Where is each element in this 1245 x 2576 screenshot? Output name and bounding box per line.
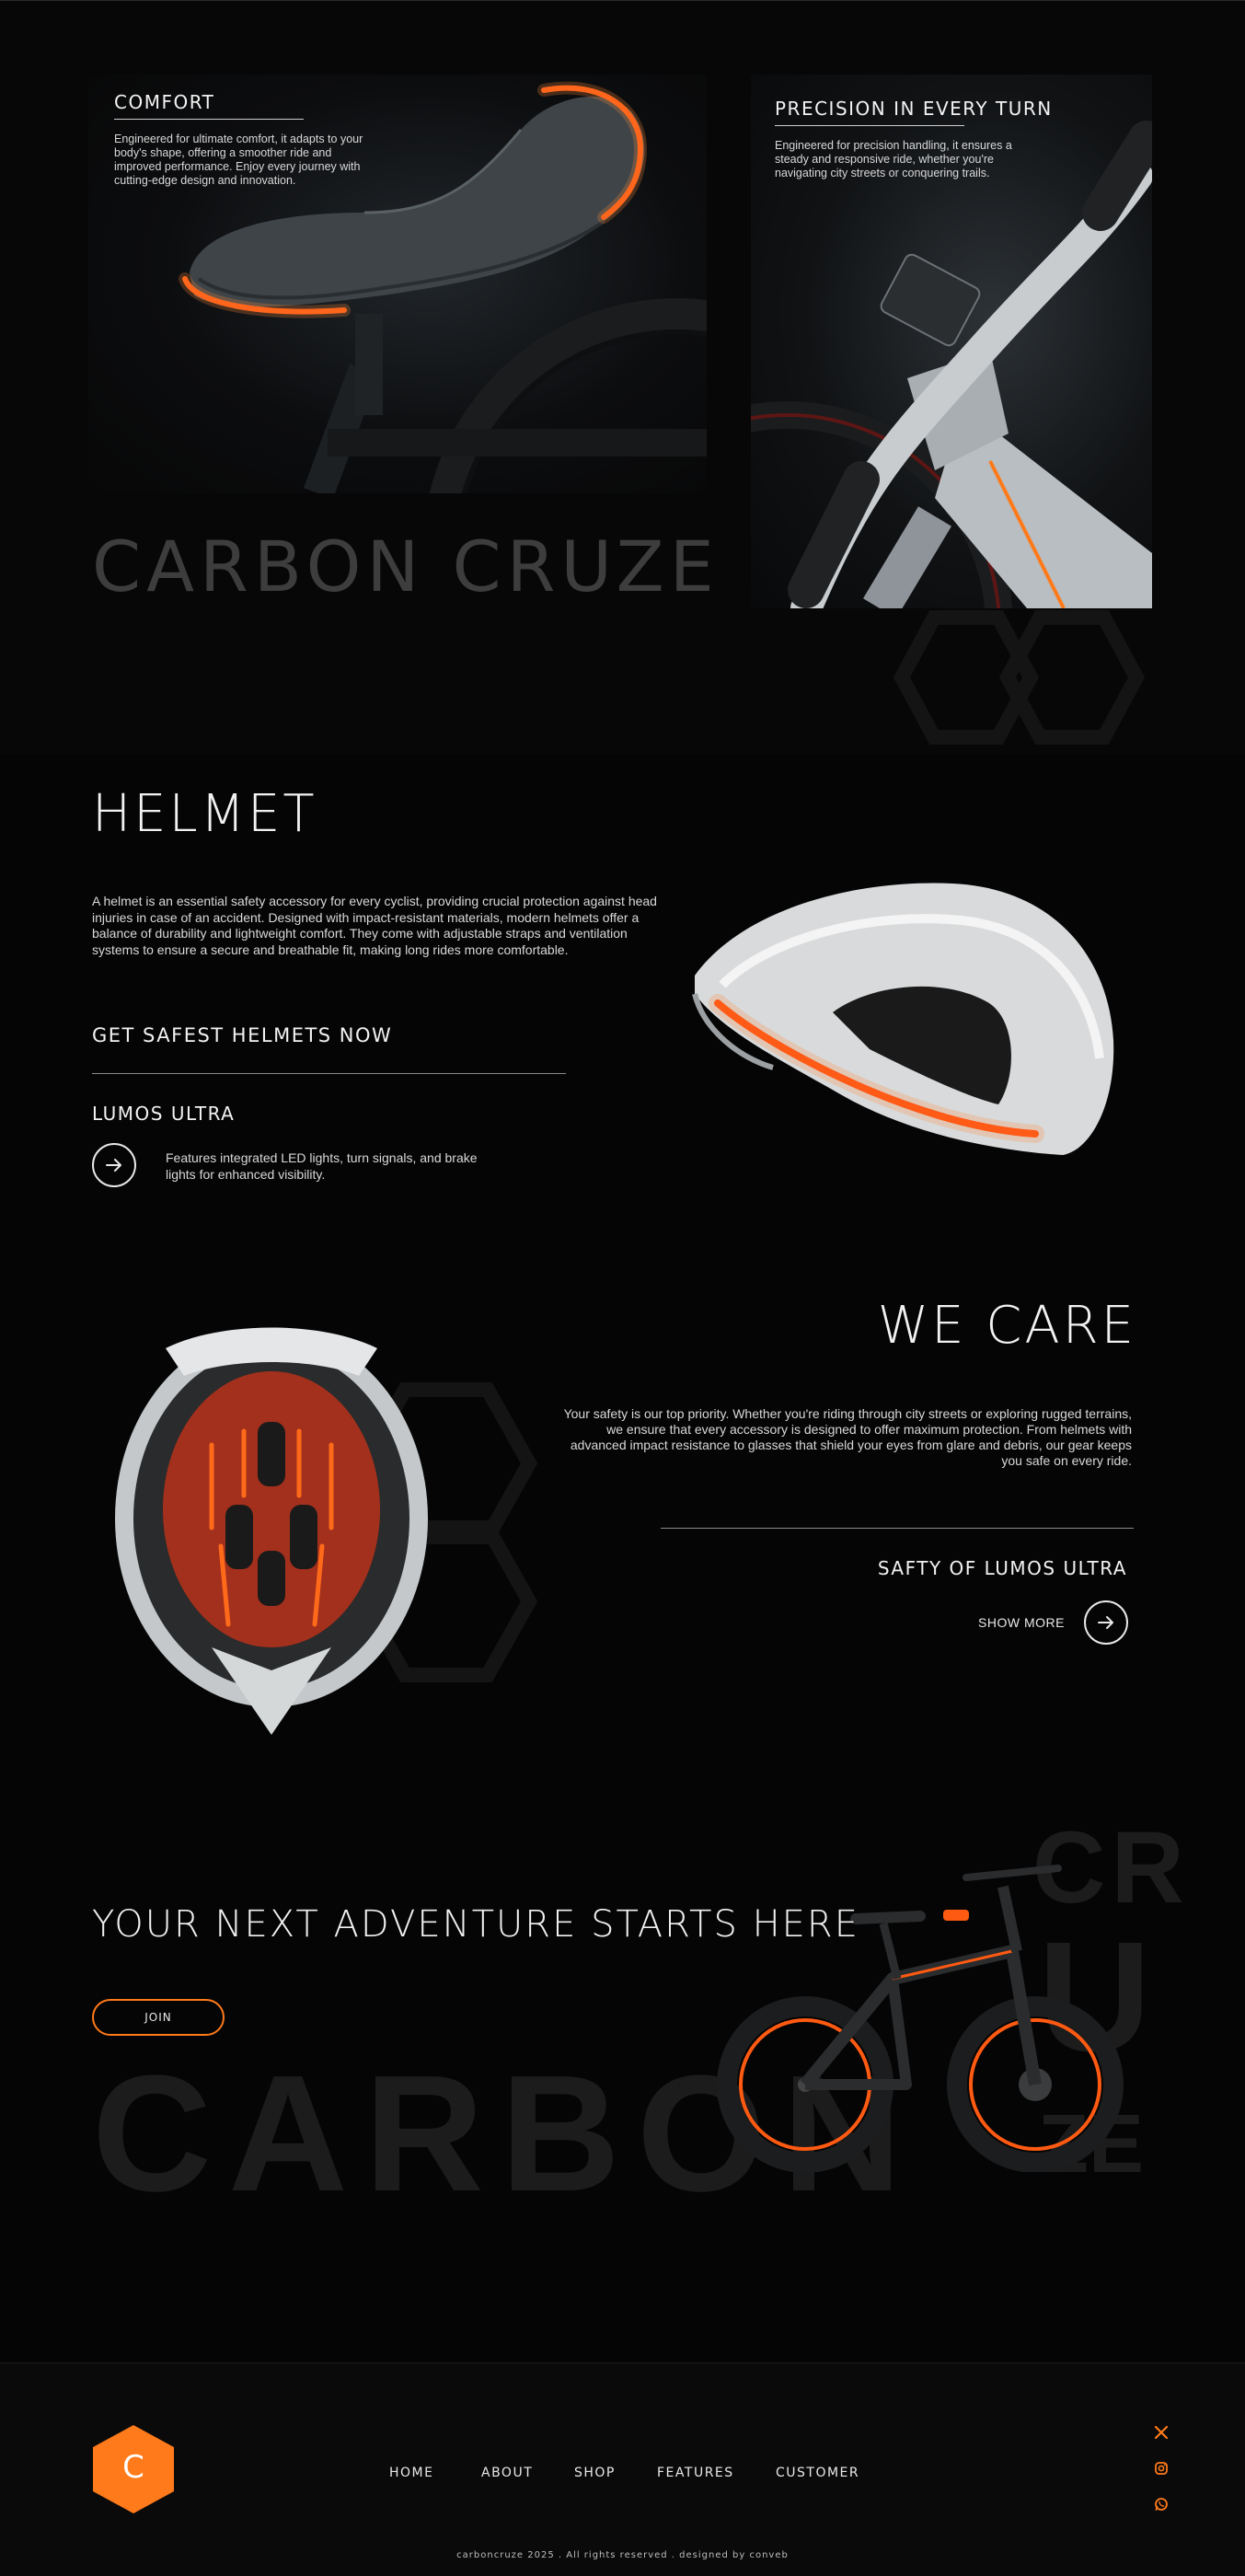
precision-block: PRECISION IN EVERY TURN Engineered for p… [775,98,1053,180]
show-more-link[interactable]: SHOW MORE [978,1615,1065,1630]
precision-title: PRECISION IN EVERY TURN [775,98,1053,120]
whatsapp-icon[interactable] [1152,2495,1170,2513]
comfort-divider [114,119,304,120]
product-name: LUMOS ULTRA [92,1103,236,1125]
helmet-divider [92,1073,566,1074]
product-text: Features integrated LED lights, turn sig… [166,1150,478,1182]
product-arrow-button[interactable] [92,1143,136,1187]
helmet-text: A helmet is an essential safety accessor… [92,894,657,957]
ebike-image [717,1865,1124,2172]
nav-customer[interactable]: CUSTOMER [776,2466,859,2480]
care-divider [661,1528,1134,1529]
helmet-front-image [115,1327,428,1735]
footer: C HOME ABOUT SHOP FEATURES CUSTOMER carb… [0,2362,1245,2576]
helmet-title: HELMET [92,784,317,844]
arrow-right-icon [106,1159,121,1172]
handlebar-photo: PRECISION IN EVERY TURN Engineered for p… [751,75,1152,608]
arrow-right-icon [1098,1616,1113,1629]
hexagon-decoration [893,610,1146,745]
care-subtitle: SAFTY OF LUMOS ULTRA [877,1557,1127,1579]
adventure-title: YOUR NEXT ADVENTURE STARTS HERE [92,1903,859,1946]
nav-about[interactable]: ABOUT [481,2466,533,2480]
nav-features[interactable]: FEATURES [657,2466,734,2480]
brand-wordmark: CARBON CRUZE [92,526,720,607]
brand-logo-letter: C [122,2449,144,2486]
x-icon[interactable] [1152,2423,1170,2442]
hero-section: COMFORT Engineered for ultimate comfort,… [0,0,1245,755]
copyright-text: carboncruze 2025 . All rights reserved .… [456,2550,789,2560]
care-title: WE CARE [877,1296,1136,1356]
saddle-photo: COMFORT Engineered for ultimate comfort,… [88,75,707,493]
nav-home[interactable]: HOME [389,2466,433,2480]
comfort-block: COMFORT Engineered for ultimate comfort,… [114,91,381,188]
helmet-side-image [692,883,1114,1155]
precision-divider [775,125,964,126]
care-text: Your safety is our top priority. Whether… [563,1406,1132,1468]
comfort-title: COMFORT [114,91,215,113]
show-more-arrow-button[interactable] [1084,1600,1128,1645]
comfort-text: Engineered for ultimate comfort, it adap… [114,133,363,187]
get-helmets-link[interactable]: GET SAFEST HELMETS NOW [92,1024,392,1046]
precision-text: Engineered for precision handling, it en… [775,139,1012,179]
join-button[interactable]: JOIN [92,1999,225,2036]
nav-shop[interactable]: SHOP [574,2466,616,2480]
instagram-icon[interactable] [1152,2459,1170,2478]
